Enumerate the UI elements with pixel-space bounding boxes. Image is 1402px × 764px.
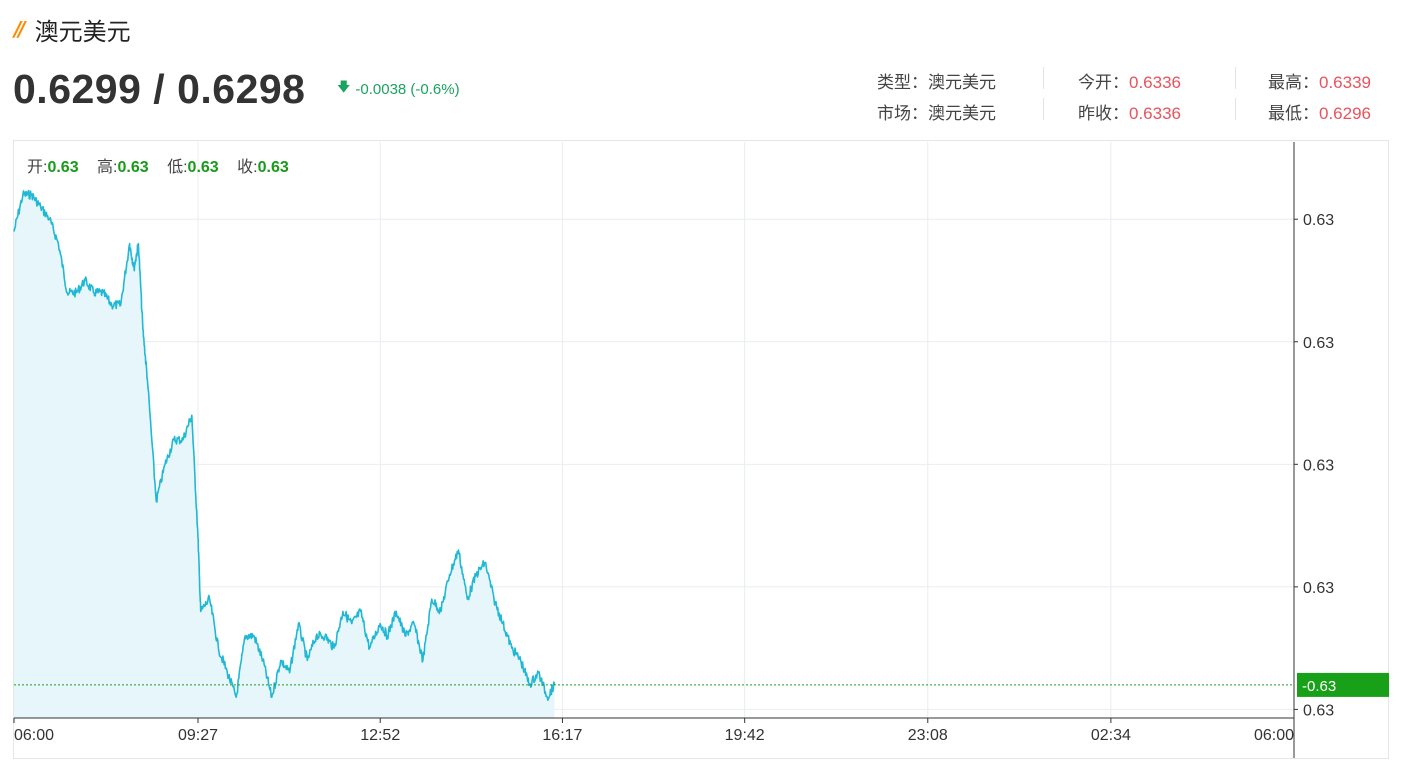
ohlc-open-label: 开: (27, 159, 48, 176)
price-area-fill (14, 190, 555, 719)
x-tick-label: 06:00 (1254, 727, 1294, 744)
x-tick-label: 09:27 (178, 727, 218, 744)
y-tick-label: 0.63 (1303, 212, 1334, 229)
ohlc-legend: 开:0.63 高:0.63 低:0.63 收:0.63 (27, 153, 303, 177)
ohlc-close-value: 0.63 (257, 159, 289, 176)
price-chart[interactable]: -0.63 0.63 0.63 0.63 0.63 0.63 06:00 09:27 12:52… (0, 0, 1402, 764)
x-tick-label: 12:52 (360, 727, 400, 744)
y-tick-label: 0.63 (1303, 335, 1334, 352)
current-price-label: -0.63 (1302, 678, 1336, 695)
ohlc-high-value: 0.63 (117, 159, 149, 176)
x-tick-label: 16:17 (542, 727, 582, 744)
ohlc-low-label: 低: (167, 159, 188, 176)
y-tick-label: 0.63 (1303, 702, 1334, 719)
ohlc-low-value: 0.63 (187, 159, 219, 176)
x-tick-label: 23:08 (908, 727, 948, 744)
ohlc-close-label: 收: (237, 159, 258, 176)
x-tick-label: 19:42 (725, 727, 765, 744)
ohlc-high-label: 高: (97, 159, 118, 176)
ohlc-open-value: 0.63 (47, 159, 79, 176)
y-tick-label: 0.63 (1303, 457, 1334, 474)
x-tick-label: 02:34 (1091, 727, 1131, 744)
x-tick-label: 06:00 (14, 727, 54, 744)
y-tick-label: 0.63 (1303, 580, 1334, 597)
